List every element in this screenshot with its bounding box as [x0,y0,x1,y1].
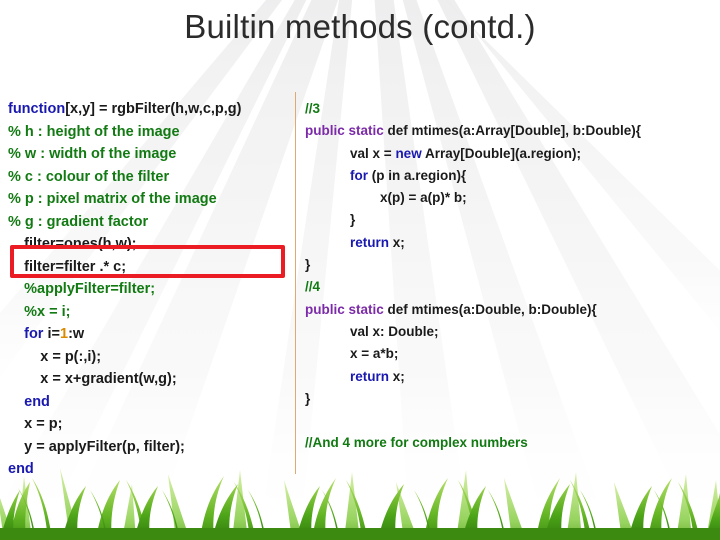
code-line: % w : width of the image [8,143,288,166]
code-line: x = p; [8,413,288,436]
code-line: end [8,391,288,414]
code-token: % p : pixel matrix of the image [8,191,217,207]
code-line: public static def mtimes(a:Array[Double]… [305,120,717,142]
code-token: } [305,390,311,406]
code-token: i= [43,326,60,342]
code-line: %applyFilter=filter; [8,278,288,301]
code-line: val x: Double; [305,321,717,343]
code-line: % c : colour of the filter [8,166,288,189]
page-title: Builtin methods (contd.) [184,8,536,45]
code-token: x = a*b; [350,346,399,362]
code-line: % h : height of the image [8,121,288,144]
red-highlight-box [10,245,285,278]
code-token: :w [68,326,85,342]
code-token: y = applyFilter(p, filter); [24,438,185,455]
code-token: % h : height of the image [8,123,180,140]
code-line: } [305,388,717,410]
code-token: x; [389,368,405,384]
code-line: public static def mtimes(a:Double, b:Dou… [305,299,717,321]
code-token: x(p) = a(p)* b; [380,190,467,206]
code-line: return x; [305,366,717,388]
code-token: public static [305,123,384,139]
code-line: x = x+gradient(w,g); [8,368,288,391]
code-token: 1 [60,326,69,342]
code-line: val x = new Array[Double](a.region); [305,143,717,165]
code-token: def mtimes(a:Double, b:Double){ [383,301,597,317]
code-token: return [350,368,390,384]
code-line: x = p(:,i); [8,346,288,369]
code-token: val x: Double; [350,323,439,339]
code-token: %applyFilter=filter; [24,281,156,297]
code-token: for [24,326,44,342]
code-token: x = x+gradient(w,g); [40,371,177,387]
code-line: //And 4 more for complex numbers [305,432,717,454]
code-line: for i=1:w [8,323,288,346]
slide-canvas: Builtin methods (contd.) function[x,y] =… [0,0,720,540]
right-code-block: //3 public static def mtimes(a:Array[Doub… [305,98,717,455]
code-token: (p in a.region){ [368,167,467,183]
code-line: //4 [305,276,717,298]
code-token: x; [389,234,405,250]
code-token: return [350,234,390,250]
code-line: y = applyFilter(p, filter); [8,436,288,459]
code-line: function[x,y] = rgbFilter(h,w,c,p,g) [8,98,288,121]
code-line: } [305,209,717,231]
code-token: //4 [305,279,321,295]
code-line: return x; [305,232,717,254]
code-line: for (p in a.region){ [305,165,717,187]
code-line: % g : gradient factor [8,211,288,234]
code-token: % g : gradient factor [8,213,149,230]
code-line: %x = i; [8,301,288,324]
code-token: def mtimes(a:Array[Double], b:Double){ [383,123,642,139]
code-token: [x,y] = rgbFilter(h,w,c,p,g) [65,101,242,117]
left-code-block: function[x,y] = rgbFilter(h,w,c,p,g) % h … [8,98,288,481]
code-token: //And 4 more for complex numbers [305,435,528,451]
code-token: val x = [350,145,396,161]
code-line: x = a*b; [305,343,717,365]
code-token: end [24,393,50,410]
code-token: end [8,461,34,477]
code-token: % c : colour of the filter [8,168,170,185]
code-token: x = p; [24,416,63,432]
code-line: % p : pixel matrix of the image [8,188,288,211]
code-token: for [350,167,369,183]
code-line: x(p) = a(p)* b; [305,187,717,209]
code-token: new [395,145,422,161]
code-line: end [8,458,288,481]
code-token: x = p(:,i); [40,348,102,365]
code-line: } [305,254,717,276]
code-token: % w : width of the image [8,146,177,162]
code-token: function [8,101,66,117]
code-token: } [350,212,356,228]
column-divider [295,92,296,474]
code-token: } [305,257,311,273]
code-token: //3 [305,101,321,116]
code-token: Array[Double](a.region); [421,145,581,161]
code-line: //3 [305,98,717,120]
code-token: public static [305,301,384,317]
code-token: %x = i; [24,303,71,320]
